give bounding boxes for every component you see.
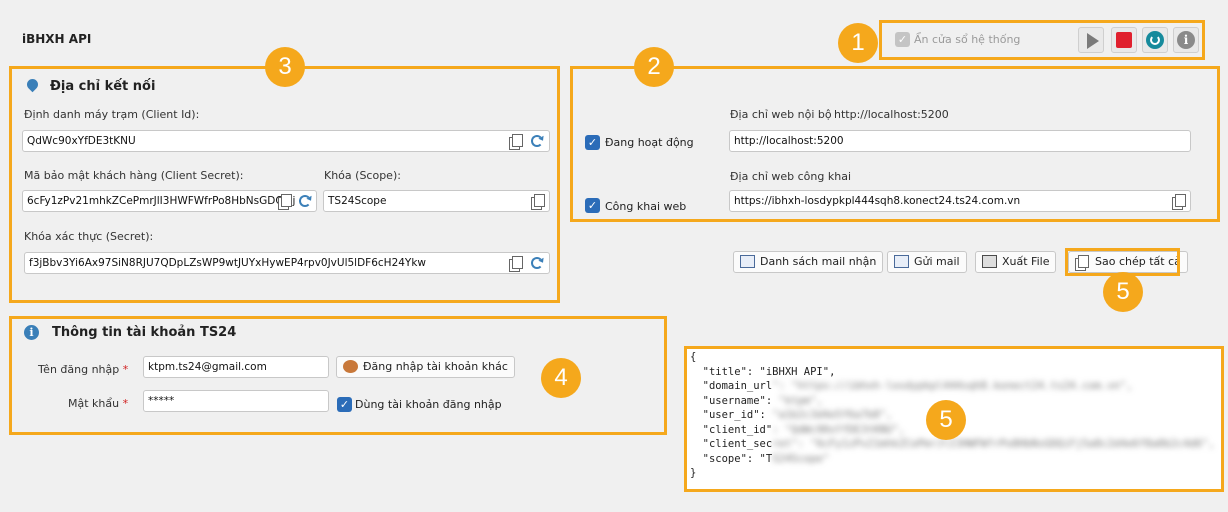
badge-3: 3 [265, 47, 305, 87]
badge-2: 2 [634, 47, 674, 87]
export-file-button[interactable]: Xuất File [975, 251, 1057, 273]
json-line: "client_secret": "6cFy1zPv21mhkZCePmrJlI… [690, 438, 1215, 450]
export-file-icon [982, 255, 997, 268]
highlight-toolbar [879, 20, 1205, 60]
json-line: "title": "iBHXH API", [690, 365, 836, 378]
mail-list-button[interactable]: Danh sách mail nhận [733, 251, 884, 273]
send-mail-icon [894, 255, 909, 268]
highlight-connection [9, 66, 560, 303]
mail-list-label: Danh sách mail nhận [760, 255, 877, 268]
send-mail-button[interactable]: Gửi mail [887, 251, 967, 273]
json-line: "scope": "TS24Scope" [690, 452, 830, 465]
badge-1: 1 [838, 23, 878, 63]
export-file-label: Xuất File [1002, 255, 1050, 268]
json-close-brace: } [690, 467, 697, 479]
badge-5-bottom: 5 [926, 400, 966, 440]
json-open-brace: { [690, 351, 697, 363]
badge-5-top: 5 [1103, 272, 1143, 312]
mail-list-icon [740, 255, 755, 268]
badge-4: 4 [541, 358, 581, 398]
highlight-web [570, 66, 1220, 222]
json-line: "domain_url": "https://ibhxh-losdypkpl44… [690, 380, 1133, 392]
send-mail-label: Gửi mail [914, 255, 960, 268]
app-title: iBHXH API [22, 32, 92, 46]
